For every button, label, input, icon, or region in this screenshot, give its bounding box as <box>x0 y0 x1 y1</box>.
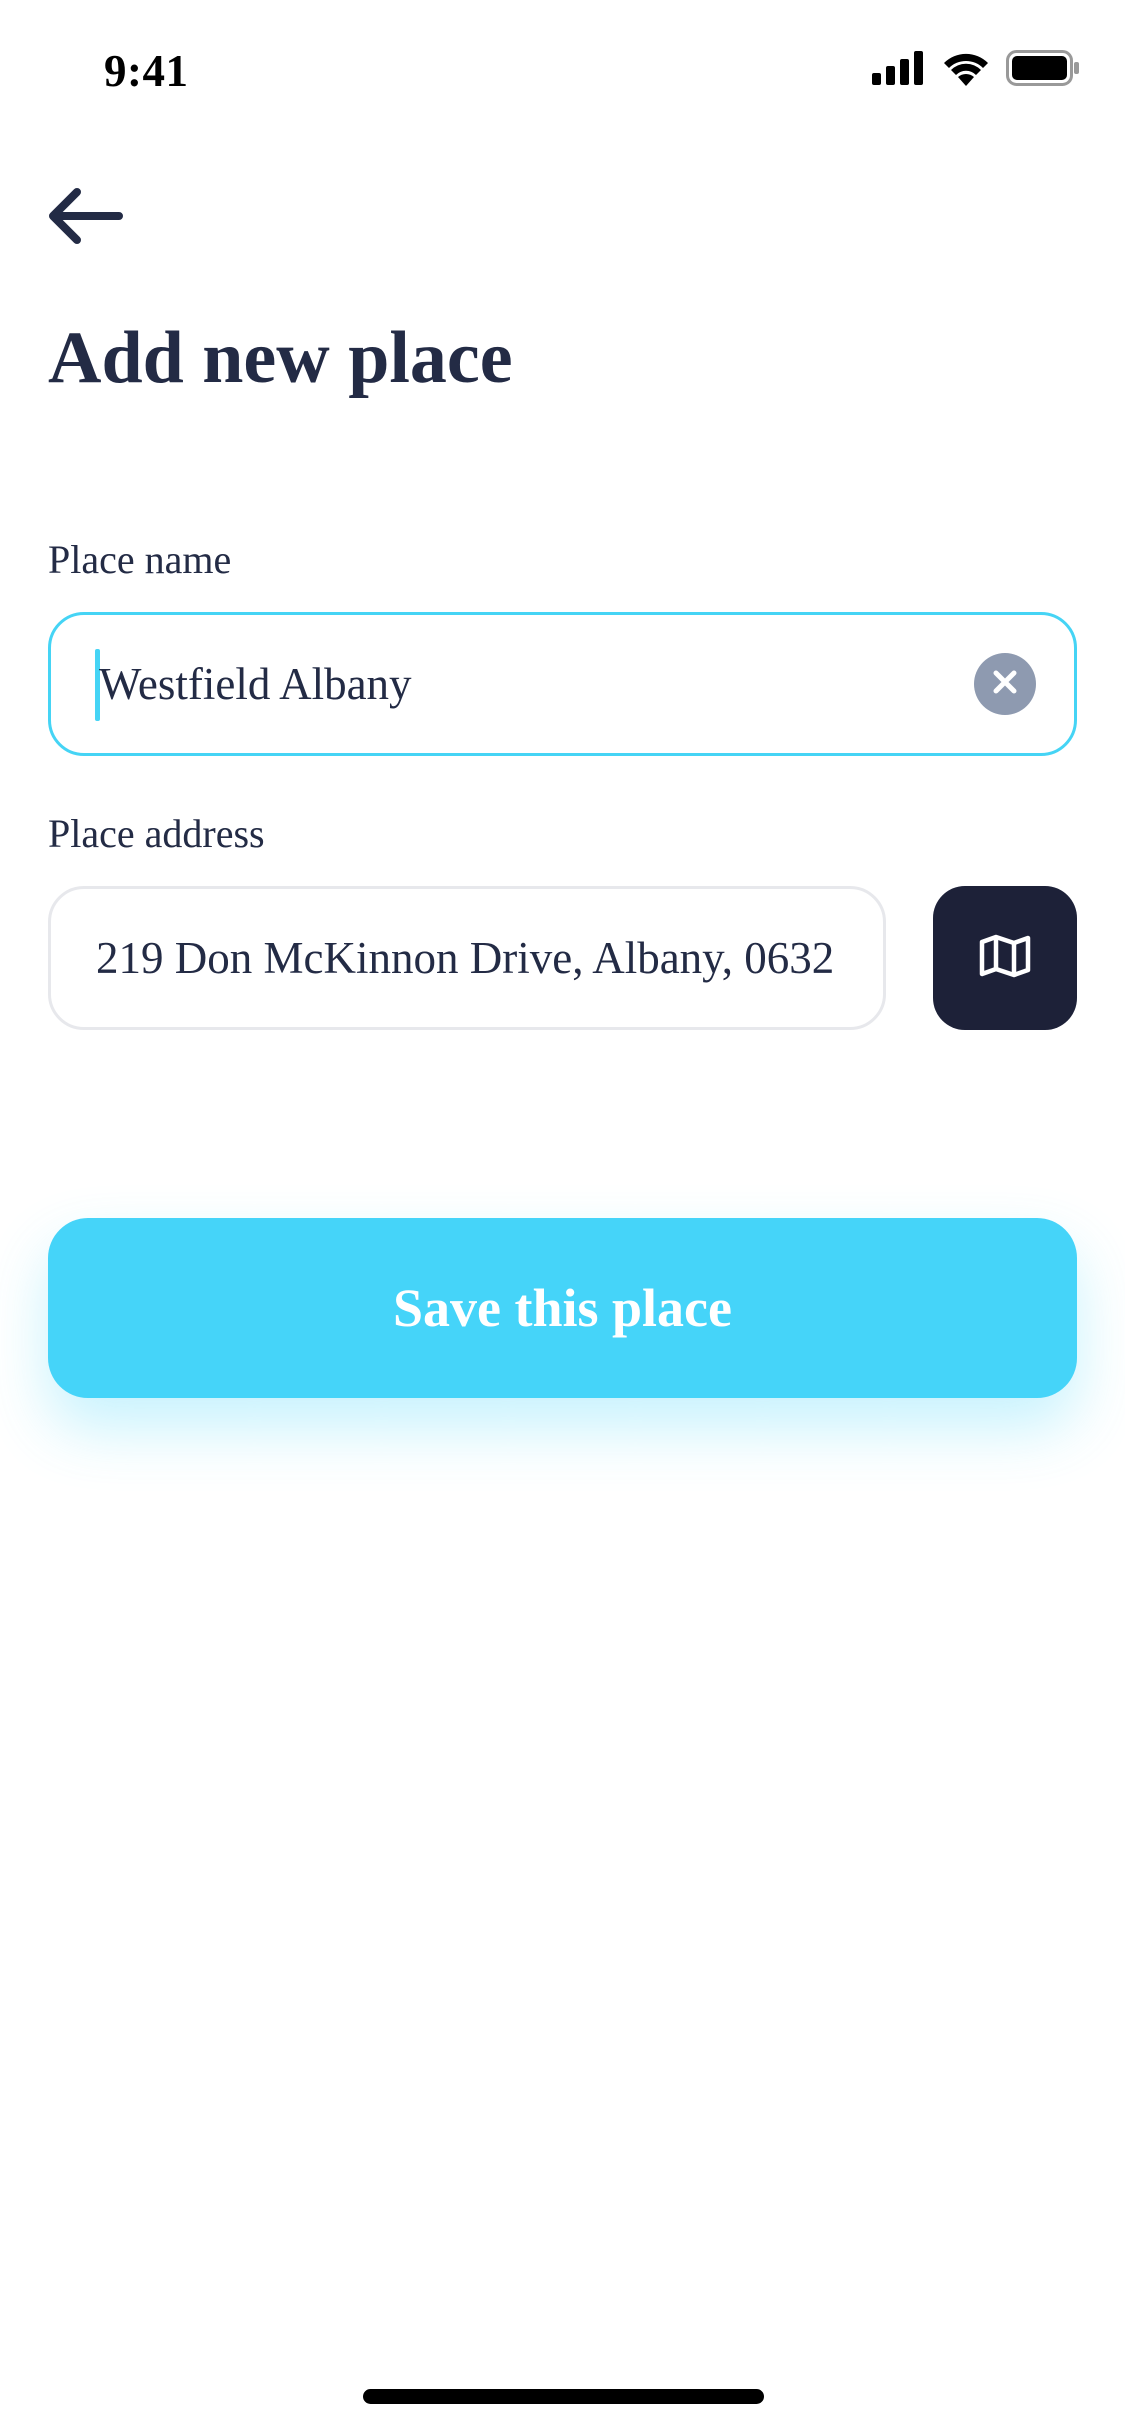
back-button[interactable] <box>30 168 140 268</box>
arrow-left-icon <box>45 184 125 253</box>
home-indicator[interactable] <box>363 2389 764 2404</box>
place-address-input[interactable]: 219 Don McKinnon Drive, Albany, 0632 <box>48 886 886 1030</box>
place-address-label: Place address <box>48 811 265 856</box>
status-time: 9:41 <box>104 46 189 96</box>
save-place-button[interactable]: Save this place <box>48 1218 1077 1398</box>
place-name-value[interactable]: Westfield Albany <box>99 615 412 753</box>
status-icons <box>872 49 1080 91</box>
clear-button[interactable] <box>974 653 1036 715</box>
wifi-icon <box>942 50 990 91</box>
battery-icon <box>1006 49 1080 91</box>
place-name-input[interactable]: Westfield Albany <box>48 612 1077 756</box>
status-bar: 9:41 <box>0 0 1125 132</box>
page-title: Add new place <box>48 317 513 399</box>
cellular-signal-icon <box>872 50 926 90</box>
map-icon <box>979 934 1031 983</box>
place-address-value[interactable]: 219 Don McKinnon Drive, Albany, 0632 <box>96 889 834 1027</box>
map-button[interactable] <box>933 886 1077 1030</box>
clear-circle-icon <box>990 667 1020 702</box>
place-name-label: Place name <box>48 537 232 582</box>
